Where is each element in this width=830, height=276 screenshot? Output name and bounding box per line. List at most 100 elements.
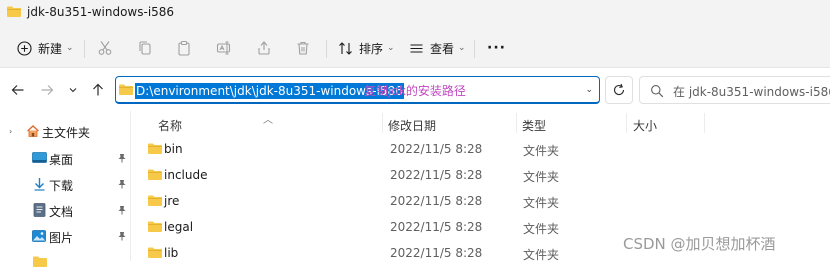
- column-divider[interactable]: [704, 113, 705, 133]
- search-placeholder: 在 jdk-8u351-windows-i586 中搜索: [673, 85, 830, 99]
- back-button[interactable]: [9, 81, 27, 99]
- rename-icon: [216, 41, 231, 55]
- rename-button[interactable]: [216, 38, 232, 58]
- sort-caret-icon: ︿: [263, 115, 273, 126]
- refresh-button[interactable]: [605, 76, 633, 104]
- file-type: 文件夹: [523, 144, 560, 158]
- sidebar-item-documents[interactable]: 文档: [0, 197, 131, 223]
- column-header-size[interactable]: 大小: [633, 117, 657, 134]
- pin-icon[interactable]: [117, 179, 127, 189]
- documents-icon: [33, 203, 46, 217]
- file-name: bin: [164, 142, 183, 156]
- new-button[interactable]: 新建 ⌄: [17, 38, 74, 58]
- sidebar-item-label: 图片: [49, 231, 74, 245]
- toolbar-divider: [326, 40, 327, 58]
- pictures-icon: [32, 230, 46, 242]
- download-icon: [34, 178, 45, 191]
- folder-icon: [148, 221, 162, 232]
- column-header-name[interactable]: 名称: [158, 117, 182, 134]
- sidebar-item-label: 主文件夹: [42, 126, 91, 140]
- file-name: jre: [164, 194, 180, 208]
- arrow-left-icon: [11, 85, 24, 95]
- cut-button[interactable]: [97, 38, 113, 58]
- folder-icon: [148, 247, 162, 258]
- column-divider[interactable]: [626, 113, 627, 133]
- more-icon: ···: [487, 40, 506, 56]
- file-type: 文件夹: [523, 248, 560, 262]
- up-button[interactable]: [89, 81, 107, 99]
- sidebar-item-partial[interactable]: [0, 250, 131, 276]
- sort-button-label: 排序: [359, 41, 384, 56]
- sidebar-item-downloads[interactable]: 下载: [0, 171, 131, 197]
- sidebar-item-label: 下载: [49, 179, 74, 193]
- column-header-date[interactable]: 修改日期: [388, 117, 436, 134]
- delete-button[interactable]: [295, 38, 311, 58]
- table-row[interactable]: include 2022/11/5 8:28 文件夹: [132, 162, 830, 188]
- forward-button[interactable]: [38, 81, 56, 99]
- more-options-button[interactable]: ···: [487, 38, 506, 58]
- file-name: lib: [164, 246, 179, 260]
- file-name: include: [164, 168, 208, 182]
- home-icon: [27, 125, 39, 137]
- toolbar-divider: [474, 40, 475, 58]
- table-row[interactable]: bin 2022/11/5 8:28 文件夹: [132, 136, 830, 162]
- folder-icon: [7, 6, 21, 17]
- view-icon: [410, 43, 423, 53]
- chevron-down-icon: ⌄: [387, 43, 395, 53]
- pin-icon[interactable]: [117, 205, 127, 215]
- annotation-text: 复制jdk的安装路径: [364, 84, 466, 98]
- navigation-pane: › 主文件夹 桌面 下载 文档 图片: [0, 111, 131, 267]
- trash-icon: [297, 41, 309, 55]
- search-box[interactable]: 在 jdk-8u351-windows-i586 中搜索: [639, 76, 830, 104]
- folder-icon: [119, 84, 133, 95]
- folder-icon: [148, 143, 162, 154]
- chevron-down-icon: [69, 88, 77, 93]
- sidebar-item-label: 桌面: [49, 153, 74, 167]
- search-icon: [651, 85, 664, 98]
- watermark-text: CSDN @加贝想加杯酒: [623, 235, 776, 253]
- table-row[interactable]: jre 2022/11/5 8:28 文件夹: [132, 188, 830, 214]
- arrow-right-icon: [41, 85, 54, 95]
- file-date: 2022/11/5 8:28: [390, 194, 483, 208]
- column-header-type[interactable]: 类型: [522, 117, 546, 134]
- pin-icon[interactable]: [117, 153, 127, 163]
- view-button-label: 查看: [430, 41, 455, 56]
- sidebar-item-pictures[interactable]: 图片: [0, 223, 131, 249]
- command-bar: 新建 ⌄ 排序 ⌄ 查看 ⌄ ···: [0, 28, 830, 68]
- file-type: 文件夹: [523, 222, 560, 236]
- column-divider[interactable]: [382, 113, 383, 133]
- pin-icon[interactable]: [117, 231, 127, 241]
- title-bar: jdk-8u351-windows-i586: [0, 0, 830, 28]
- sidebar-item-home[interactable]: › 主文件夹: [0, 118, 131, 144]
- file-date: 2022/11/5 8:28: [390, 142, 483, 156]
- sidebar-item-label: 文档: [49, 205, 74, 219]
- sort-button[interactable]: 排序 ⌄: [338, 38, 395, 58]
- desktop-icon: [32, 152, 47, 163]
- share-icon: [258, 41, 270, 55]
- copy-button[interactable]: [137, 38, 153, 58]
- folder-icon: [148, 169, 162, 180]
- window-title: jdk-8u351-windows-i586: [27, 5, 175, 19]
- paste-button[interactable]: [176, 38, 192, 58]
- file-date: 2022/11/5 8:28: [390, 220, 483, 234]
- refresh-icon: [613, 83, 625, 96]
- column-divider[interactable]: [516, 113, 517, 133]
- new-button-label: 新建: [38, 41, 63, 56]
- file-date: 2022/11/5 8:28: [390, 246, 483, 260]
- copy-icon: [139, 41, 151, 55]
- recent-locations-button[interactable]: [64, 81, 82, 99]
- address-row: D:\environment\jdk\jdk-8u351-windows-i58…: [0, 69, 830, 111]
- toolbar-divider: [84, 40, 85, 58]
- file-date: 2022/11/5 8:28: [390, 168, 483, 182]
- chevron-right-icon[interactable]: ›: [9, 127, 12, 136]
- address-dropdown-icon[interactable]: ⌄: [585, 85, 593, 95]
- file-type: 文件夹: [523, 196, 560, 210]
- folder-icon: [148, 195, 162, 206]
- address-bar[interactable]: D:\environment\jdk\jdk-8u351-windows-i58…: [115, 76, 600, 104]
- view-button[interactable]: 查看 ⌄: [409, 38, 466, 58]
- file-type: 文件夹: [523, 170, 560, 184]
- share-button[interactable]: [256, 38, 272, 58]
- sidebar-item-desktop[interactable]: 桌面: [0, 145, 131, 171]
- sort-icon: [339, 41, 352, 55]
- folder-icon: [33, 256, 47, 267]
